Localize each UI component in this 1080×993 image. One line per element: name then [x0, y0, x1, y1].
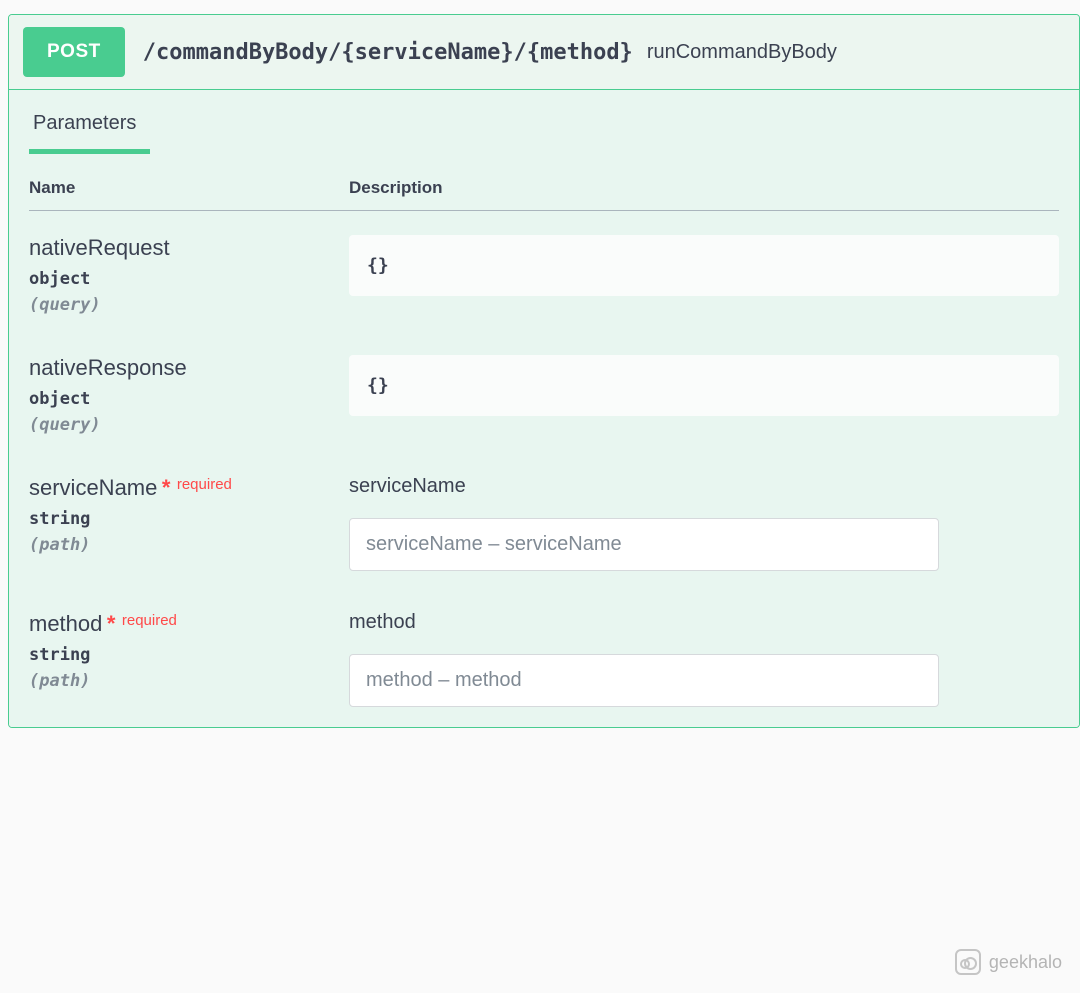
watermark: geekhalo: [955, 949, 1062, 975]
param-desc-cell: serviceName: [349, 475, 1059, 571]
param-desc-cell: method: [349, 611, 1059, 707]
operation-path: /commandByBody/{serviceName}/{method}: [143, 40, 633, 65]
param-in: (path): [29, 535, 349, 555]
table-header: Name Description: [29, 178, 1059, 211]
tabs: Parameters: [9, 90, 1079, 154]
param-type: object: [29, 389, 349, 409]
required-label: required: [122, 612, 177, 629]
param-desc-cell: {}: [349, 235, 1059, 315]
http-method-badge: POST: [23, 27, 125, 77]
table-row: nativeRequest object (query) {}: [29, 235, 1059, 315]
param-name: nativeResponse: [29, 355, 187, 380]
param-description: serviceName: [349, 475, 1059, 498]
tab-parameters[interactable]: Parameters: [29, 90, 150, 154]
param-in: (query): [29, 415, 349, 435]
column-header-name: Name: [29, 178, 349, 198]
table-row: serviceName * required string (path) ser…: [29, 475, 1059, 571]
table-row: nativeResponse object (query) {}: [29, 355, 1059, 435]
param-name: method: [29, 611, 102, 636]
param-desc-cell: {}: [349, 355, 1059, 435]
param-type: string: [29, 645, 349, 665]
param-name-cell: nativeResponse object (query): [29, 355, 349, 435]
parameters-table: Name Description nativeRequest object (q…: [9, 154, 1079, 727]
param-in: (path): [29, 671, 349, 691]
watermark-text: geekhalo: [989, 952, 1062, 973]
param-name-cell: method * required string (path): [29, 611, 349, 707]
example-json: {}: [349, 355, 1059, 416]
table-row: method * required string (path) method: [29, 611, 1059, 707]
required-star-icon: *: [107, 611, 116, 636]
param-type: string: [29, 509, 349, 529]
param-name: serviceName: [29, 475, 157, 500]
param-type: object: [29, 269, 349, 289]
operation-block: POST /commandByBody/{serviceName}/{metho…: [8, 14, 1080, 728]
servicename-input[interactable]: [349, 518, 939, 571]
required-label: required: [177, 476, 232, 493]
example-json: {}: [349, 235, 1059, 296]
param-in: (query): [29, 295, 349, 315]
required-star-icon: *: [162, 475, 171, 500]
param-description: method: [349, 611, 1059, 634]
param-name-cell: nativeRequest object (query): [29, 235, 349, 315]
wechat-icon: [955, 949, 981, 975]
column-header-description: Description: [349, 178, 1059, 198]
param-name: nativeRequest: [29, 235, 170, 260]
operation-body: Parameters Name Description nativeReques…: [9, 90, 1079, 727]
method-input[interactable]: [349, 654, 939, 707]
operation-summary[interactable]: POST /commandByBody/{serviceName}/{metho…: [9, 15, 1079, 90]
operation-description: runCommandByBody: [647, 41, 837, 64]
param-name-cell: serviceName * required string (path): [29, 475, 349, 571]
